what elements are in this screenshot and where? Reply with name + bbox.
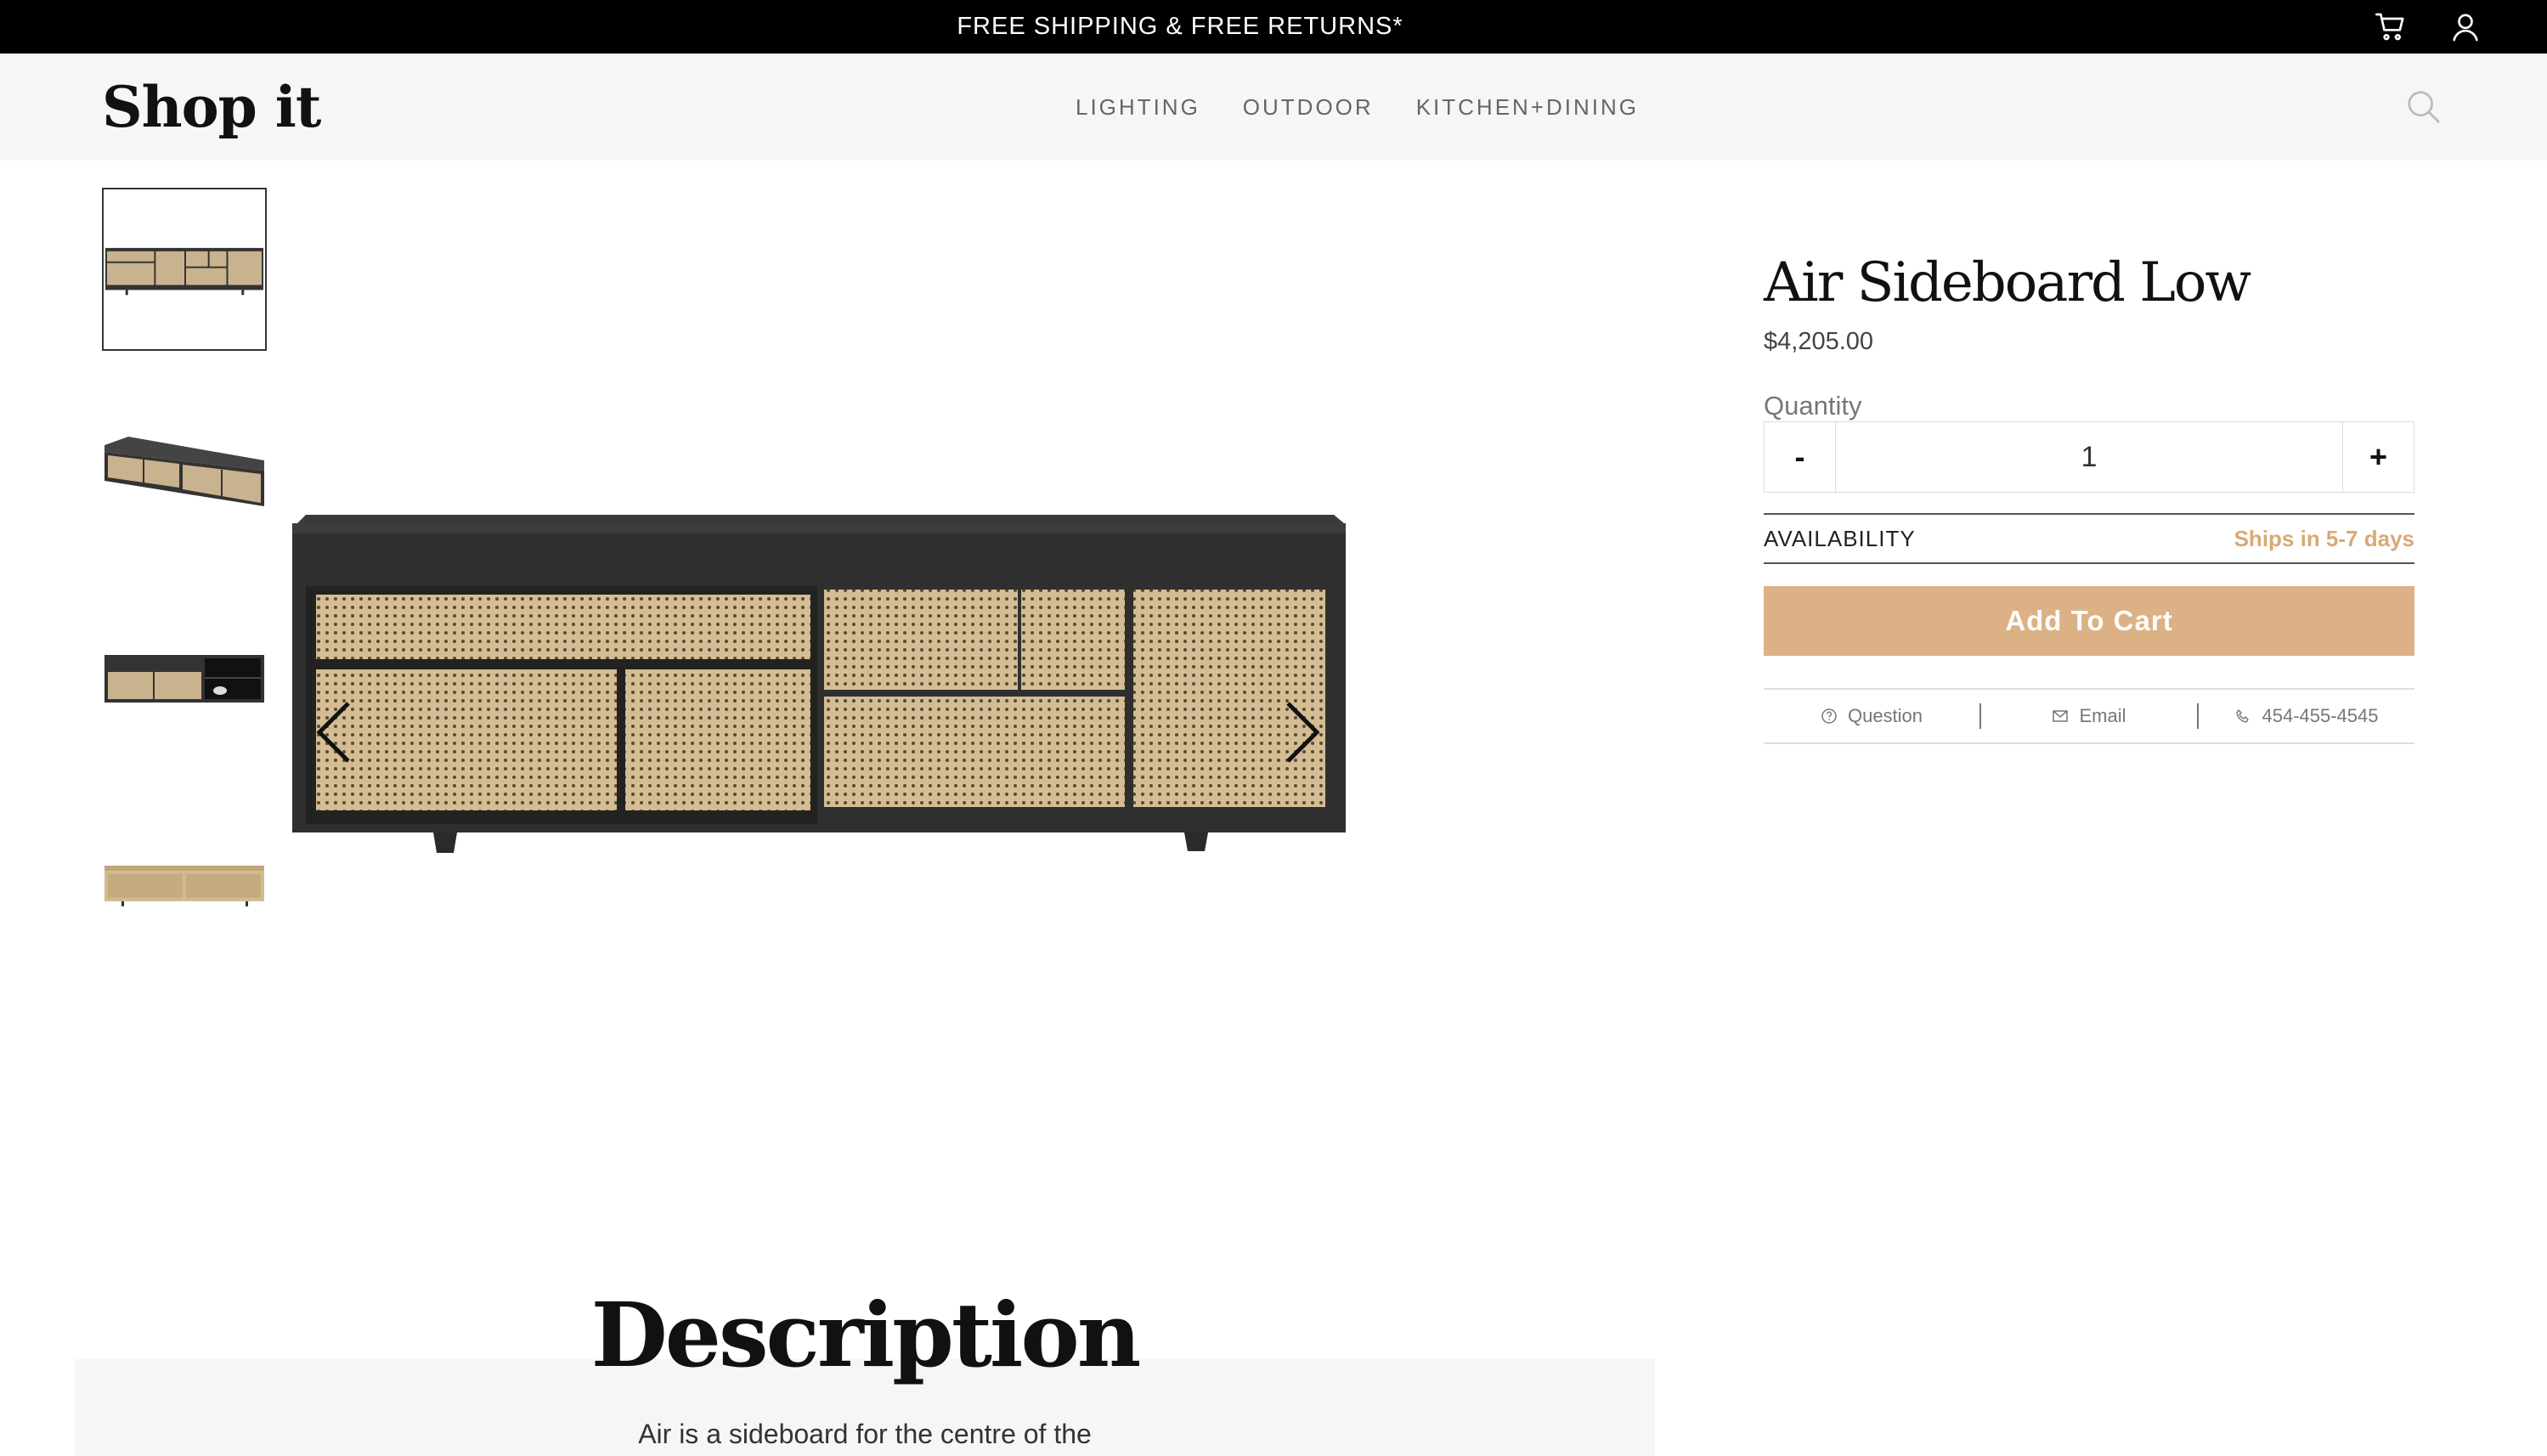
question-icon	[1821, 708, 1837, 724]
chevron-left-icon	[316, 702, 350, 763]
question-label: Question	[1847, 705, 1923, 726]
email-label: Email	[2079, 705, 2126, 726]
availability-label: AVAILABILITY	[1764, 525, 1916, 551]
quantity-input[interactable]	[1836, 422, 2342, 492]
quantity-decrease-button[interactable]: -	[1765, 422, 1836, 492]
thumbnail-3[interactable]	[102, 595, 267, 758]
brand-logo[interactable]: Shop it	[102, 74, 321, 140]
description-text: Air is a sideboard for the centre of the	[638, 1419, 1092, 1449]
quantity-stepper: - +	[1764, 421, 2414, 493]
next-image-button[interactable]	[1271, 690, 1330, 775]
main-nav: LIGHTING OUTDOOR KITCHEN+DINING	[1076, 94, 1639, 121]
nav-item-lighting[interactable]: LIGHTING	[1076, 94, 1200, 121]
cart-icon[interactable]	[2374, 10, 2408, 44]
nav-item-kitchen-dining[interactable]: KITCHEN+DINING	[1416, 94, 1639, 121]
previous-image-button[interactable]	[306, 690, 365, 775]
email-link[interactable]: Email	[1981, 705, 2197, 727]
search-icon[interactable]	[2404, 87, 2443, 127]
sideboard-angle-image	[104, 437, 264, 506]
thumbnail-2[interactable]	[102, 389, 267, 552]
announcement-bar: FREE SHIPPING & FREE RETURNS*	[0, 0, 2547, 54]
sideboard-oak-image	[104, 866, 264, 906]
quantity-label: Quantity	[1764, 391, 1862, 420]
availability-value: Ships in 5-7 days	[2234, 525, 2414, 551]
add-to-cart-button[interactable]: Add To Cart	[1764, 586, 2414, 656]
main-product-image	[280, 493, 1351, 866]
phone-link[interactable]: 454-455-4545	[2199, 705, 2414, 727]
product-price: $4,205.00	[1764, 328, 1874, 355]
quantity-increase-button[interactable]: +	[2342, 422, 2414, 492]
phone-label: 454-455-4545	[2262, 705, 2379, 726]
sideboard-open-image	[104, 655, 264, 703]
chevron-right-icon	[1286, 702, 1320, 763]
availability-row: AVAILABILITY Ships in 5-7 days	[1764, 513, 2414, 564]
product-title: Air Sideboard Low	[1764, 251, 2251, 314]
question-link[interactable]: Question	[1764, 705, 1979, 727]
nav-item-outdoor[interactable]: OUTDOOR	[1243, 94, 1374, 121]
sideboard-front-image	[104, 248, 264, 296]
announcement-text: FREE SHIPPING & FREE RETURNS*	[957, 13, 1403, 40]
contact-row: Question Email 454-455-4545	[1764, 688, 2414, 744]
thumbnail-4[interactable]	[102, 800, 267, 963]
phone-icon	[2236, 709, 2250, 723]
envelope-icon	[2053, 710, 2069, 722]
user-icon[interactable]	[2448, 10, 2482, 44]
thumbnail-1[interactable]	[102, 188, 267, 351]
site-header: Shop it LIGHTING OUTDOOR KITCHEN+DINING	[0, 54, 2547, 161]
description-title: Description	[590, 1283, 1142, 1387]
